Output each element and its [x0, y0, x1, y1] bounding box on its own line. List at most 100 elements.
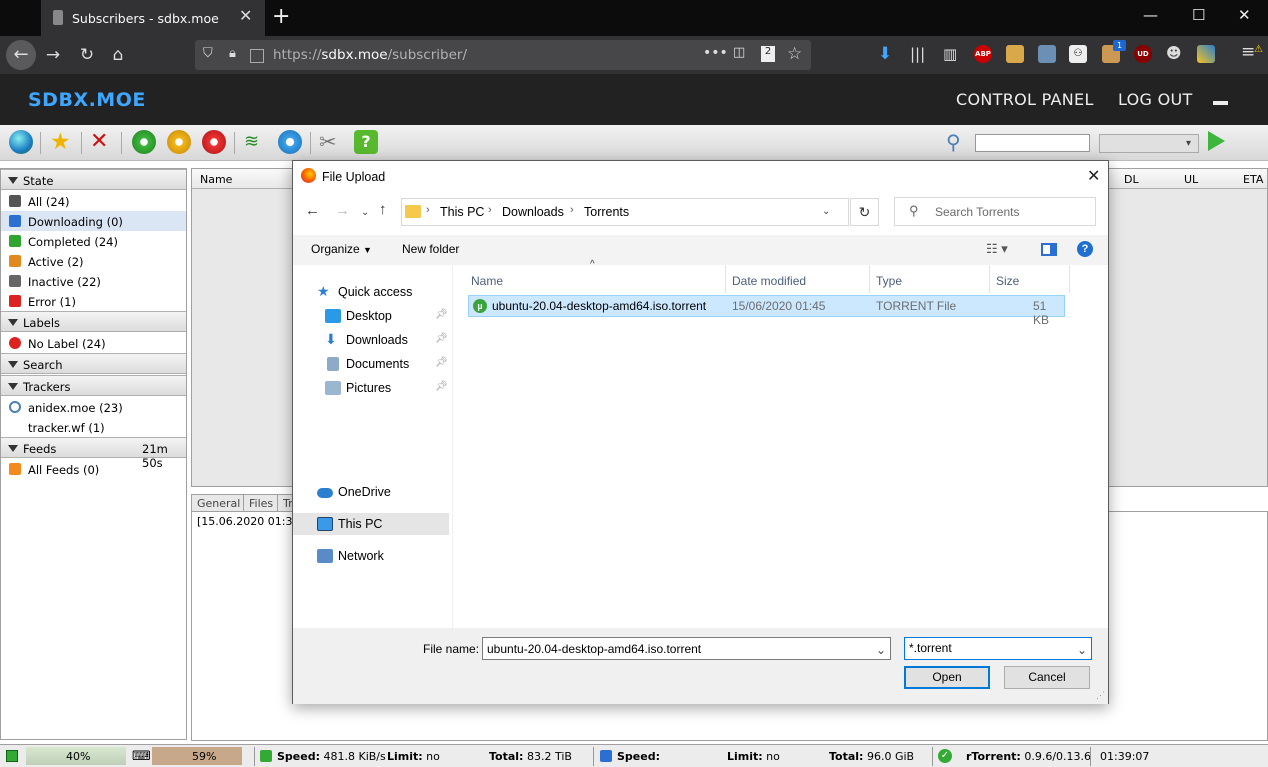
pocket-icon[interactable]: ◫ — [733, 45, 745, 60]
state-header[interactable]: State — [1, 169, 186, 190]
file-type-select[interactable]: *.torrent ⌄ — [904, 637, 1092, 660]
breadcrumb-downloads[interactable]: Downloads — [502, 205, 564, 219]
pin-icon[interactable]: 📌︎ — [435, 333, 448, 344]
pin-icon[interactable]: 📌︎ — [435, 309, 448, 320]
downloads-icon[interactable]: ⬇ — [878, 44, 892, 64]
file-row[interactable]: µ ubuntu-20.04-desktop-amd64.iso.torrent… — [468, 295, 1065, 327]
nav-onedrive[interactable]: OneDrive — [293, 481, 449, 503]
dialog-close-icon[interactable]: ✕ — [1087, 166, 1100, 186]
state-all[interactable]: All (24) — [1, 191, 186, 211]
nav-quick-access[interactable]: ★ Quick access — [293, 281, 449, 303]
tab-trackers[interactable]: Tr — [277, 494, 293, 512]
extension-pencil-icon[interactable] — [1006, 45, 1024, 63]
close-window-icon[interactable]: ✕ — [1238, 6, 1251, 24]
control-panel-link[interactable]: CONTROL PANEL — [956, 90, 1094, 109]
adblock-icon[interactable]: ABP — [974, 45, 992, 63]
address-dropdown-icon[interactable]: ⌄ — [822, 206, 830, 217]
dialog-search-box[interactable]: ⚲ Search Torrents — [894, 197, 1096, 226]
col-size[interactable]: Size — [996, 274, 1019, 288]
col-file-name[interactable]: Name — [471, 274, 503, 288]
state-active[interactable]: Active (2) — [1, 251, 186, 271]
col-name[interactable]: Name — [200, 173, 232, 186]
label-no-label[interactable]: No Label (24) — [1, 333, 186, 353]
breadcrumb-this-pc[interactable]: This PC — [440, 205, 484, 219]
url-text[interactable]: https://sdbx.moe/subscriber/ — [273, 47, 467, 63]
refresh-icon[interactable]: ↻ — [850, 198, 879, 226]
maximize-icon[interactable]: ☐ — [1192, 6, 1205, 24]
url-bar[interactable]: ⛉ 🔒︎ https://sdbx.moe/subscriber/ ••• ◫ … — [195, 40, 811, 70]
back-arrow-icon[interactable]: ← — [305, 202, 320, 219]
file-name-input[interactable]: ubuntu-20.04-desktop-amd64.iso.torrent ⌄ — [482, 637, 891, 660]
lock-icon[interactable]: 🔒︎ — [229, 46, 236, 61]
reload-icon[interactable]: ↻ — [74, 42, 100, 68]
state-completed[interactable]: Completed (24) — [1, 231, 186, 251]
cancel-button[interactable]: Cancel — [1004, 666, 1090, 689]
file-list[interactable]: ^ Name Date modified Type Size µ ubuntu-… — [467, 259, 1107, 628]
preview-pane-icon[interactable] — [1041, 243, 1057, 256]
account-icon[interactable]: ☻ — [1166, 44, 1182, 62]
col-ul[interactable]: UL — [1184, 173, 1198, 186]
add-torrent-url-icon[interactable] — [9, 130, 33, 154]
up-arrow-icon[interactable]: ↑ — [379, 201, 387, 218]
logout-link[interactable]: LOG OUT — [1118, 90, 1193, 109]
search-go-icon[interactable] — [1208, 131, 1225, 151]
extension-face-icon[interactable]: ⚇ — [1069, 45, 1087, 63]
col-date-modified[interactable]: Date modified — [732, 274, 806, 288]
new-tab-icon[interactable]: + — [272, 4, 290, 29]
collapse-icon[interactable] — [1213, 101, 1228, 105]
feed-all[interactable]: All Feeds (0) — [1, 459, 186, 479]
labels-header[interactable]: Labels — [1, 311, 186, 332]
torrent-search-input[interactable] — [975, 134, 1090, 152]
reader-icon[interactable]: 2 — [761, 46, 775, 62]
extension-screen-icon[interactable] — [1038, 45, 1056, 63]
nav-pictures[interactable]: Pictures 📌︎ — [293, 377, 449, 399]
nav-desktop[interactable]: Desktop 📌︎ — [293, 305, 449, 327]
trackers-header[interactable]: Trackers — [1, 375, 186, 396]
permissions-icon[interactable] — [250, 49, 264, 63]
rss-icon[interactable]: ≋ — [244, 130, 268, 154]
sidebar-icon[interactable]: ▥ — [943, 45, 957, 63]
address-bar[interactable]: › This PC › Downloads › Torrents ⌄ — [401, 198, 849, 226]
dl-limit[interactable]: no — [426, 750, 440, 763]
forward-icon[interactable]: → — [40, 42, 66, 68]
library-icon[interactable]: ||| — [910, 45, 925, 63]
extension-color-icon[interactable] — [1197, 45, 1215, 63]
tools-icon[interactable]: ✂ — [319, 130, 343, 154]
state-downloading[interactable]: Downloading (0) — [1, 211, 186, 231]
ublock-icon[interactable]: UD — [1134, 45, 1152, 63]
search-header[interactable]: Search — [1, 353, 186, 374]
site-logo[interactable]: SDBX.MOE — [28, 89, 146, 111]
page-actions-icon[interactable]: ••• — [703, 45, 728, 61]
close-tab-icon[interactable]: ✕ — [239, 6, 252, 25]
ul-limit[interactable]: no — [766, 750, 780, 763]
nav-downloads[interactable]: ⬇ Downloads 📌︎ — [293, 329, 449, 351]
resize-grip-icon[interactable]: ⋰ — [1096, 690, 1105, 701]
forward-arrow-icon[interactable]: → — [335, 202, 350, 219]
minimize-icon[interactable]: — — [1143, 6, 1158, 24]
nav-documents[interactable]: Documents 📌︎ — [293, 353, 449, 375]
view-options-icon[interactable]: ☷ ▾ — [986, 241, 1008, 257]
organize-button[interactable]: Organize ▼ — [311, 242, 372, 256]
state-inactive[interactable]: Inactive (22) — [1, 271, 186, 291]
col-eta[interactable]: ETA — [1243, 173, 1263, 186]
col-type[interactable]: Type — [876, 274, 902, 288]
home-icon[interactable]: ⌂ — [105, 42, 131, 68]
browser-tab[interactable]: Subscribers - sdbx.moe ✕ — [41, 0, 265, 36]
nav-this-pc[interactable]: This PC — [293, 513, 449, 535]
stop-icon[interactable] — [202, 130, 226, 154]
recent-locations-icon[interactable]: ⌄ — [361, 207, 369, 218]
pin-icon[interactable]: 📌︎ — [435, 357, 448, 368]
nav-network[interactable]: Network — [293, 545, 449, 567]
bookmark-star-icon[interactable]: ☆ — [787, 44, 802, 64]
help-icon[interactable]: ? — [1077, 241, 1093, 257]
shield-icon[interactable]: ⛉ — [203, 46, 213, 61]
tab-files[interactable]: Files — [243, 494, 280, 512]
help-icon[interactable]: ? — [354, 130, 378, 154]
settings-gear-icon[interactable] — [278, 130, 302, 154]
file-name-dropdown-icon[interactable]: ⌄ — [876, 643, 886, 657]
feeds-header[interactable]: Feeds 21m 50s — [1, 437, 186, 470]
pin-icon[interactable]: 📌︎ — [435, 381, 448, 392]
remove-icon[interactable]: ✕ — [90, 130, 114, 154]
col-dl[interactable]: DL — [1124, 173, 1139, 186]
tracker-anidex[interactable]: anidex.moe (23) — [1, 397, 186, 417]
